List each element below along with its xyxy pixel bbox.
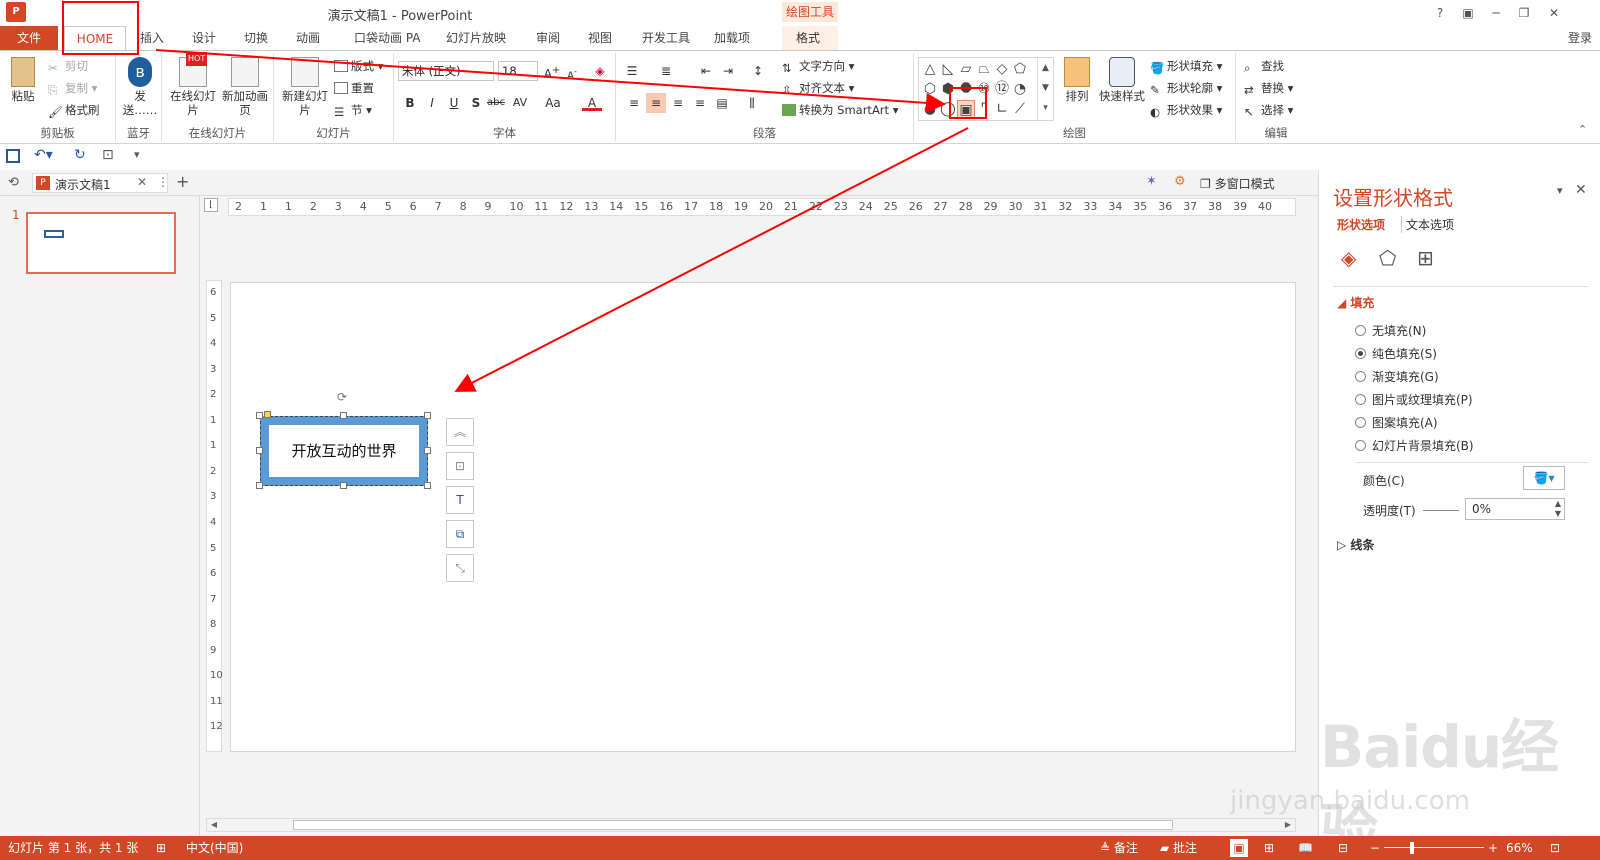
arrow-shape-to-slide: [454, 127, 969, 392]
frame-shape-highlight: [949, 87, 987, 119]
annotation-overlay: [62, 1, 987, 392]
powerpoint-window: P 演示文稿1 - PowerPoint ? ▣ ─ ❐ ✕ 绘图工具 文件 H…: [0, 0, 1600, 860]
home-tab-highlight: [62, 1, 139, 55]
arrow-home-to-shape: [155, 49, 946, 113]
